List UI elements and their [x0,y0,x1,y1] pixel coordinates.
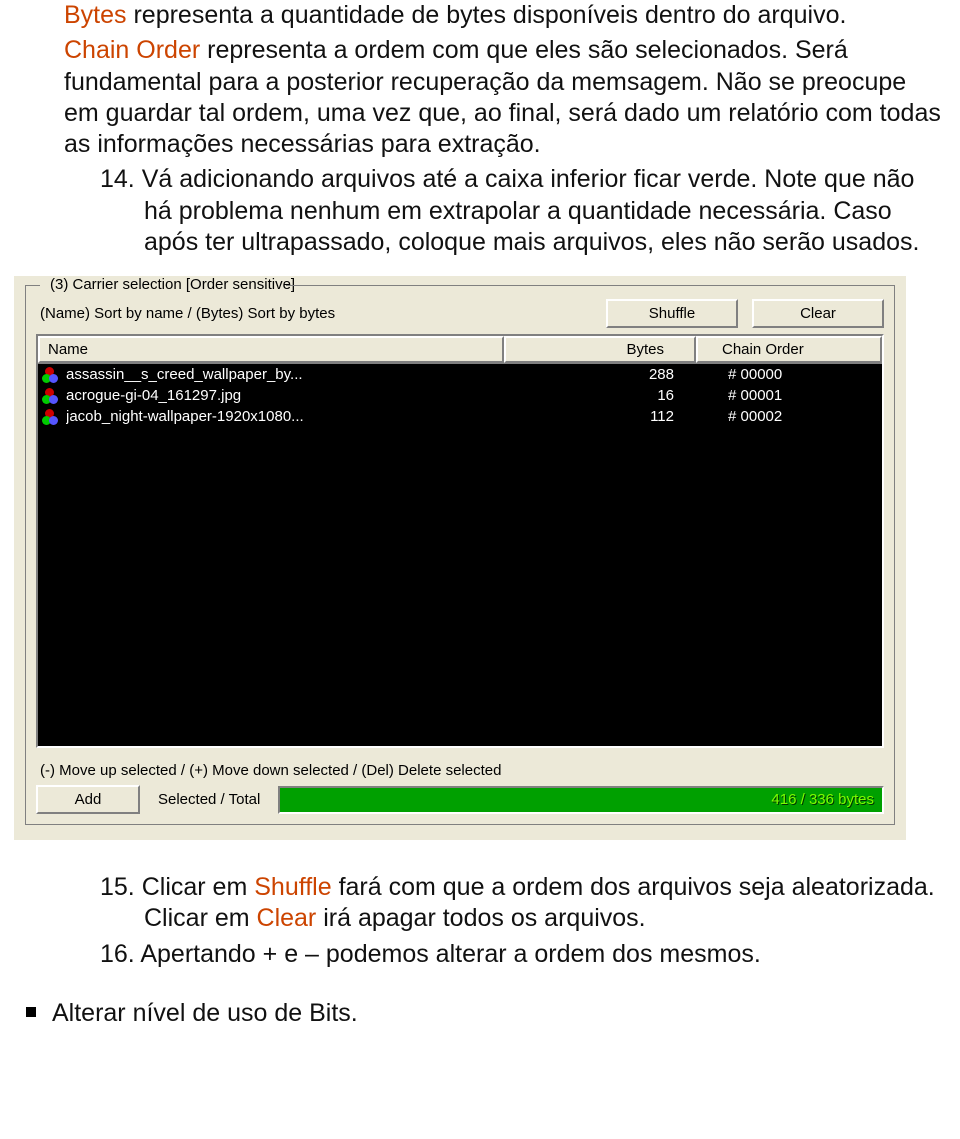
header-bytes[interactable]: Bytes [504,336,696,363]
sort-hint-label: (Name) Sort by name / (Bytes) Sort by by… [36,305,592,322]
file-order: # 00000 [704,366,878,383]
bullet-bits-level: Alterar nível de uso de Bits. [54,998,942,1029]
file-bytes: 112 [524,408,704,425]
file-icon [42,409,58,425]
list-item[interactable]: assassin__s_creed_wallpaper_by... 288 # … [38,364,882,385]
list-item[interactable]: jacob_night-wallpaper-1920x1080... 112 #… [38,406,882,427]
term-shuffle: Shuffle [254,873,331,901]
file-order: # 00002 [704,408,878,425]
list-item-14: 14. Vá adicionando arquivos até a caixa … [100,164,942,258]
carrier-selection-panel: (3) Carrier selection [Order sensitive] … [14,276,906,840]
group-title: (3) Carrier selection [Order sensitive] [46,276,299,293]
header-chain-order[interactable]: Chain Order [696,336,882,363]
file-bytes: 288 [524,366,704,383]
header-name[interactable]: Name [38,336,504,363]
term-bytes: Bytes [64,1,127,29]
sort-row: (Name) Sort by name / (Bytes) Sort by by… [36,299,884,328]
list-header: Name Bytes Chain Order [38,336,882,364]
bullet-icon [26,1007,36,1017]
selected-total-label: Selected / Total [158,791,270,808]
list-item-15: 15. Clicar em Shuffle fará com que a ord… [100,872,942,935]
shuffle-button[interactable]: Shuffle [606,299,738,328]
file-name: acrogue-gi-04_161297.jpg [66,387,524,404]
file-icon [42,367,58,383]
bottom-row: Add Selected / Total 416 / 336 bytes [36,785,884,814]
progress-text: 416 / 336 bytes [771,791,874,808]
paragraph-bytes: Bytes representa a quantidade de bytes d… [64,0,942,31]
list-item[interactable]: acrogue-gi-04_161297.jpg 16 # 00001 [38,385,882,406]
clear-button[interactable]: Clear [752,299,884,328]
file-name: assassin__s_creed_wallpaper_by... [66,366,524,383]
file-bytes: 16 [524,387,704,404]
file-name: jacob_night-wallpaper-1920x1080... [66,408,524,425]
file-order: # 00001 [704,387,878,404]
paragraph-chain-order: Chain Order representa a ordem com que e… [64,35,942,160]
list-body: assassin__s_creed_wallpaper_by... 288 # … [38,364,882,427]
term-clear: Clear [257,904,317,932]
carrier-list[interactable]: Name Bytes Chain Order assassin__s_creed… [36,334,884,748]
term-chain-order: Chain Order [64,36,200,64]
progress-bar: 416 / 336 bytes [278,786,884,814]
carrier-group: (3) Carrier selection [Order sensitive] … [25,285,895,825]
add-button[interactable]: Add [36,785,140,814]
move-hint-label: (-) Move up selected / (+) Move down sel… [40,762,884,779]
file-icon [42,388,58,404]
list-item-16: 16. Apertando + e – podemos alterar a or… [100,939,942,970]
